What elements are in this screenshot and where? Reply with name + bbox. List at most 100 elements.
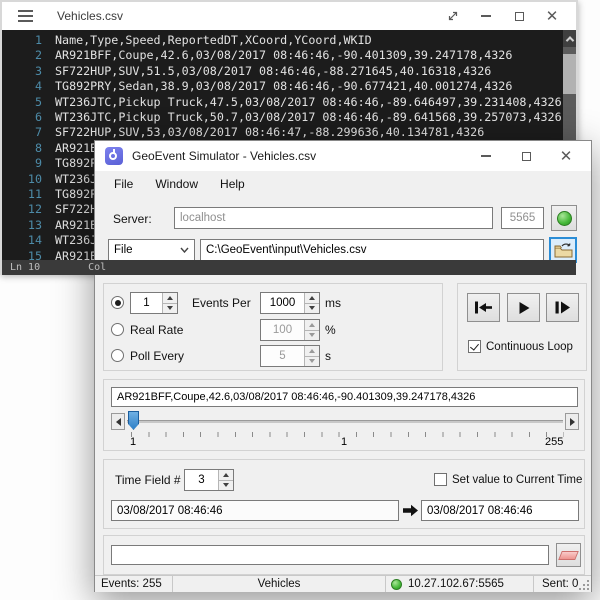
scrollbar-thumb[interactable] xyxy=(563,54,576,94)
server-port-input[interactable]: 5565 xyxy=(501,207,544,229)
server-label: Server: xyxy=(113,212,152,226)
spinner-down-icon[interactable] xyxy=(305,303,319,314)
csv-line: 6WT236JTC,Pickup Truck,50.7,03/08/2017 0… xyxy=(2,110,576,125)
step-forward-button[interactable] xyxy=(546,293,579,322)
play-icon xyxy=(517,301,531,315)
play-button[interactable] xyxy=(507,293,540,322)
current-event-field[interactable]: AR921BFF,Coupe,42.6,03/08/2017 08:46:46,… xyxy=(111,387,578,407)
spinner-up-icon[interactable] xyxy=(305,293,319,303)
time-field-group: Time Field # 3 Set value to Current Time… xyxy=(103,459,585,529)
minimize-icon[interactable] xyxy=(477,147,495,165)
minimize-icon[interactable] xyxy=(476,6,496,26)
time-from-field[interactable]: 03/08/2017 08:46:46 xyxy=(111,500,399,521)
editor-statusbar: Ln 10 Col xyxy=(2,260,576,275)
line-text: WT236JTC,Pickup Truck,50.7,03/08/2017 08… xyxy=(55,110,562,125)
menubar: File Window Help xyxy=(95,171,591,197)
time-to-field[interactable]: 03/08/2017 08:46:46 xyxy=(421,500,579,521)
line-text: AR921BFF,Coupe,42.6,03/08/2017 08:46:46,… xyxy=(55,48,512,63)
set-current-time-checkbox[interactable] xyxy=(434,473,447,486)
continuous-loop-checkbox-row[interactable]: Continuous Loop xyxy=(468,340,573,353)
simulator-statusbar: Events: 255 Vehicles 10.27.102.67:5565 S… xyxy=(95,575,591,592)
simulator-window-controls: ✕ xyxy=(477,147,591,165)
line-number: 3 xyxy=(2,64,42,79)
csv-line: 3SF722HUP,SUV,51.5,03/08/2017 08:46:46,-… xyxy=(2,64,576,79)
connect-button[interactable] xyxy=(551,205,577,231)
events-per-radio[interactable] xyxy=(111,296,124,309)
step-forward-icon xyxy=(554,301,571,314)
resize-grip[interactable] xyxy=(579,580,589,590)
playback-group: Continuous Loop xyxy=(457,283,587,371)
progress-group xyxy=(103,535,585,575)
menu-help[interactable]: Help xyxy=(209,173,256,195)
spinner-value: 1000 xyxy=(261,297,304,309)
continuous-loop-checkbox[interactable] xyxy=(468,340,481,353)
line-text: SF722HUP,SUV,53,03/08/2017 08:46:47,-88.… xyxy=(55,125,484,140)
events-count-spinner[interactable]: 1 xyxy=(130,292,178,314)
status-green-icon xyxy=(391,579,402,590)
real-rate-label: Real Rate xyxy=(130,323,183,337)
time-field-spinner[interactable]: 3 xyxy=(184,469,234,491)
arrow-left-icon xyxy=(116,418,121,426)
csv-line: 1Name,Type,Speed,ReportedDT,XCoord,YCoor… xyxy=(2,33,576,48)
menu-file[interactable]: File xyxy=(103,173,144,195)
skip-to-start-icon xyxy=(474,301,493,314)
line-number: 4 xyxy=(2,79,42,94)
maximize-icon[interactable] xyxy=(509,6,529,26)
sent-count-status: Sent: 0 xyxy=(534,576,578,592)
set-current-time-checkbox-row[interactable]: Set value to Current Time xyxy=(434,473,582,486)
csv-line: 4 TG892PRY,Sedan,38.9,03/08/2017 08:46:46… xyxy=(2,79,576,94)
expand-icon[interactable] xyxy=(443,6,463,26)
simulator-window-title: GeoEvent Simulator - Vehicles.csv xyxy=(132,149,316,163)
line-number: 13 xyxy=(2,218,42,233)
spinner-down-icon[interactable] xyxy=(219,480,233,491)
line-number: 14 xyxy=(2,233,42,248)
poll-every-radio[interactable] xyxy=(111,349,124,362)
csv-line: 2 AR921BFF,Coupe,42.6,03/08/2017 08:46:46… xyxy=(2,48,576,63)
slider-ticks xyxy=(131,432,564,437)
event-slider-thumb[interactable] xyxy=(128,411,139,430)
slider-left-button[interactable] xyxy=(111,413,125,430)
simulator-content: Server: localhost 5565 File C:\GeoEvent\… xyxy=(95,197,591,591)
scroll-up-icon[interactable] xyxy=(563,30,576,47)
spinner-buttons xyxy=(304,320,319,340)
file-path-input[interactable]: C:\GeoEvent\input\Vehicles.csv xyxy=(200,239,544,261)
close-icon[interactable]: ✕ xyxy=(542,6,562,26)
maximize-icon[interactable] xyxy=(517,147,535,165)
hamburger-menu-icon[interactable] xyxy=(18,10,33,22)
source-type-select[interactable]: File xyxy=(108,239,195,261)
close-icon[interactable]: ✕ xyxy=(557,147,575,165)
spinner-down-icon xyxy=(305,356,319,367)
skip-to-start-button[interactable] xyxy=(467,293,500,322)
editor-titlebar: Vehicles.csv ✕ xyxy=(2,2,576,30)
interval-spinner[interactable]: 1000 xyxy=(260,292,320,314)
menu-window[interactable]: Window xyxy=(144,173,209,195)
line-text: WT236JTC,Pickup Truck,47.5,03/08/2017 08… xyxy=(55,95,562,110)
slider-current-label: 1 xyxy=(341,436,347,448)
editor-window-controls: ✕ xyxy=(443,6,576,26)
server-host-input[interactable]: localhost xyxy=(174,207,493,229)
line-number: 2 xyxy=(2,48,42,63)
spinner-up-icon xyxy=(305,320,319,330)
poll-spinner: 5 xyxy=(260,345,320,367)
line-number: 7 xyxy=(2,125,42,140)
csv-line: 7 SF722HUP,SUV,53,03/08/2017 08:46:47,-88… xyxy=(2,125,576,140)
spinner-down-icon[interactable] xyxy=(163,303,177,314)
spinner-up-icon[interactable] xyxy=(163,293,177,303)
percent-unit-label: % xyxy=(325,323,336,337)
events-per-label: Events Per xyxy=(192,296,251,310)
slider-right-button[interactable] xyxy=(565,413,579,430)
rate-group: 1 Events Per 1000 ms Real Rate 100 % Pol… xyxy=(103,283,443,371)
slider-min-label: 1 xyxy=(130,436,136,448)
clear-button[interactable] xyxy=(556,543,581,567)
event-slider-track[interactable] xyxy=(127,420,563,423)
eraser-icon xyxy=(558,551,579,560)
slider-max-label: 255 xyxy=(545,436,563,448)
line-number: 8 xyxy=(2,141,42,156)
spinner-buttons xyxy=(162,293,177,313)
real-rate-spinner: 100 xyxy=(260,319,320,341)
real-rate-radio[interactable] xyxy=(111,323,124,336)
spinner-up-icon[interactable] xyxy=(219,470,233,480)
line-text: TG892PRY,Sedan,38.9,03/08/2017 08:46:46,… xyxy=(55,79,512,94)
line-number: 11 xyxy=(2,187,42,202)
geoevent-simulator-window: GeoEvent Simulator - Vehicles.csv ✕ File… xyxy=(94,140,592,592)
